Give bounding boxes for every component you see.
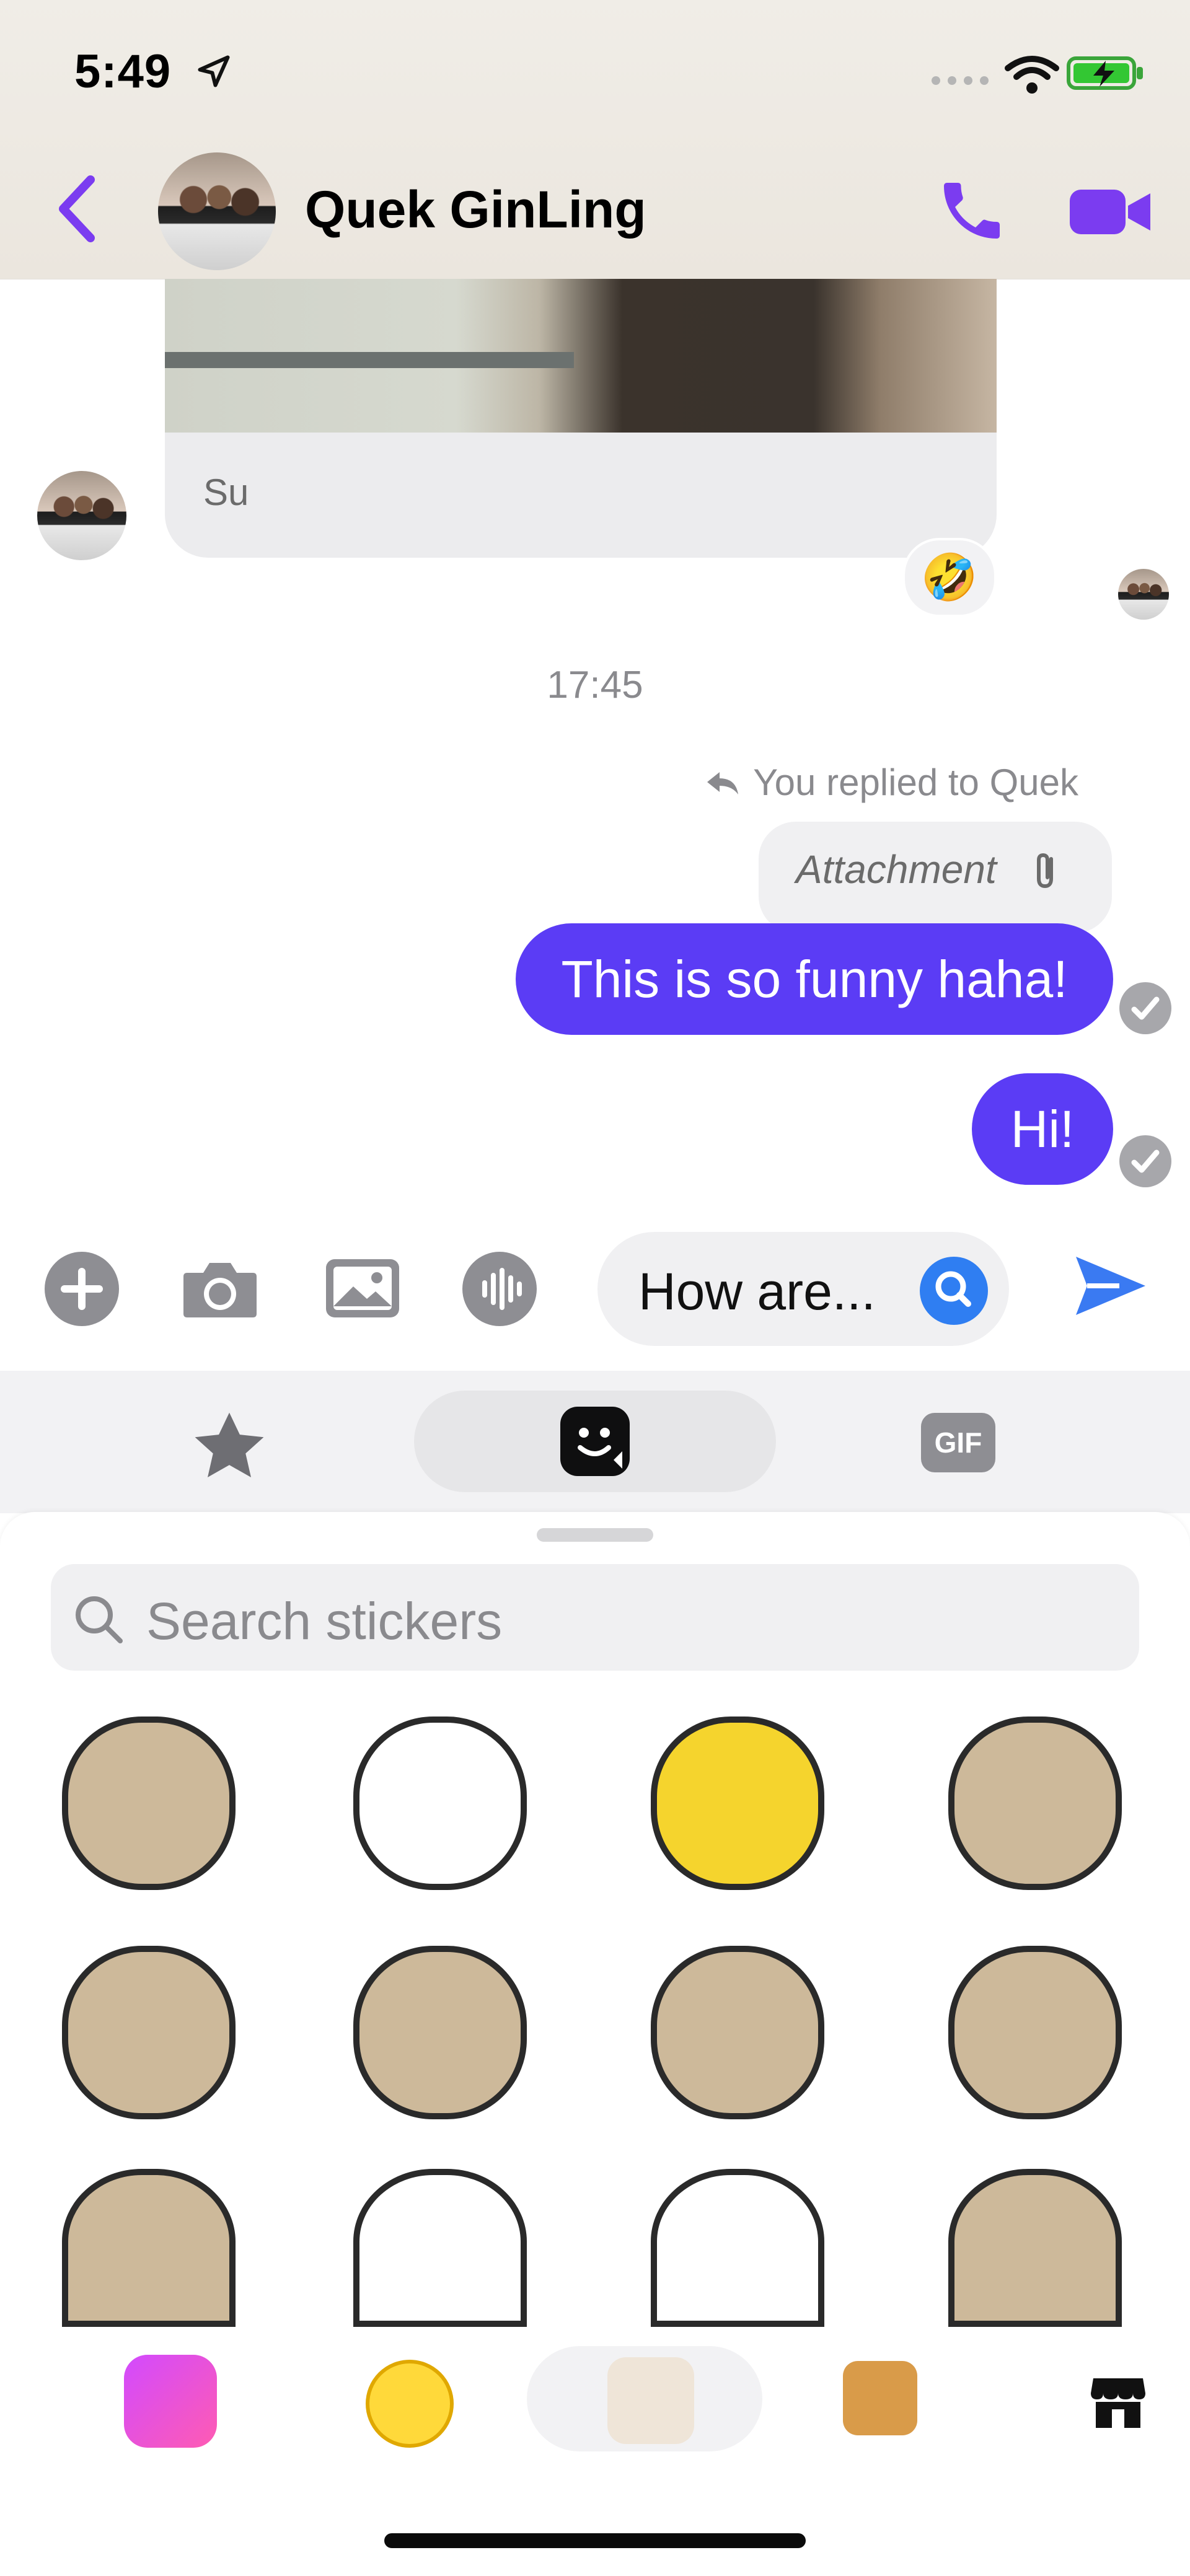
read-receipt-avatar — [1118, 569, 1169, 620]
sticker-item[interactable] — [651, 1946, 824, 2119]
checkmark-icon — [1119, 982, 1171, 1034]
battery-icon — [1067, 56, 1143, 90]
reaction-badge[interactable]: 🤣 — [902, 538, 997, 617]
sticker-item[interactable] — [62, 1946, 236, 2119]
sticker-pack-emoji[interactable] — [366, 2360, 454, 2448]
send-icon[interactable] — [1070, 1246, 1150, 1326]
location-arrow-icon — [198, 55, 230, 87]
wifi-icon — [1005, 56, 1059, 94]
image-icon[interactable] — [322, 1254, 403, 1322]
sticker-item[interactable] — [651, 1717, 824, 1890]
attachment-quote[interactable]: Attachment — [759, 822, 1112, 933]
camera-icon[interactable] — [180, 1254, 260, 1322]
sticker-item[interactable] — [651, 2169, 824, 2327]
photo-image[interactable] — [165, 279, 997, 433]
video-camera-icon[interactable] — [1067, 181, 1154, 243]
search-icon — [76, 1596, 123, 1643]
back-chevron-icon[interactable] — [52, 175, 102, 243]
phone-icon[interactable] — [935, 174, 1009, 248]
status-time: 5:49 — [74, 45, 172, 98]
sticker-pack-avatar[interactable] — [124, 2355, 217, 2448]
checkmark-icon — [1119, 1135, 1171, 1187]
store-icon[interactable] — [1088, 2372, 1148, 2432]
sticker-icon[interactable] — [560, 1407, 630, 1476]
contact-avatar[interactable] — [158, 152, 276, 270]
paperclip-icon — [1037, 853, 1053, 889]
sticker-item[interactable] — [353, 1946, 527, 2119]
sticker-pack-current[interactable] — [607, 2357, 694, 2444]
photo-caption: Su — [203, 472, 249, 513]
search-icon[interactable] — [920, 1257, 988, 1325]
sticker-item[interactable] — [948, 2169, 1122, 2327]
photo-message[interactable]: Su — [165, 279, 997, 558]
home-indicator[interactable] — [384, 2533, 806, 2548]
sticker-item[interactable] — [62, 1717, 236, 1890]
sticker-item[interactable] — [353, 1717, 527, 1890]
reply-arrow-icon — [707, 771, 739, 794]
message-input[interactable]: How are... — [597, 1232, 1009, 1346]
plus-icon[interactable] — [45, 1252, 119, 1326]
message-timestamp: 17:45 — [547, 664, 643, 706]
gif-icon[interactable]: GIF — [921, 1413, 995, 1472]
sticker-search-placeholder: Search stickers — [146, 1592, 503, 1650]
message-bubble-outgoing[interactable]: This is so funny haha! — [516, 923, 1113, 1035]
sticker-item[interactable] — [948, 1946, 1122, 2119]
reply-context: You replied to Quek — [669, 761, 1078, 804]
sticker-item[interactable] — [353, 2169, 527, 2327]
message-bubble-outgoing[interactable]: Hi! — [972, 1073, 1113, 1185]
message-input-value: How are... — [638, 1262, 876, 1321]
audio-icon[interactable] — [462, 1252, 537, 1326]
signal-icon — [932, 76, 989, 85]
sticker-search-input[interactable]: Search stickers — [51, 1564, 1139, 1671]
sticker-item[interactable] — [948, 1717, 1122, 1890]
star-icon[interactable] — [186, 1404, 273, 1490]
sheet-grabber[interactable] — [537, 1528, 653, 1542]
attachment-label: Attachment — [796, 847, 997, 892]
sticker-pack-dog[interactable] — [843, 2361, 917, 2435]
sender-avatar[interactable] — [37, 471, 126, 560]
sticker-item[interactable] — [62, 2169, 236, 2327]
contact-name[interactable]: Quek GinLing — [305, 180, 646, 240]
reply-context-text: You replied to Quek — [753, 762, 1078, 803]
